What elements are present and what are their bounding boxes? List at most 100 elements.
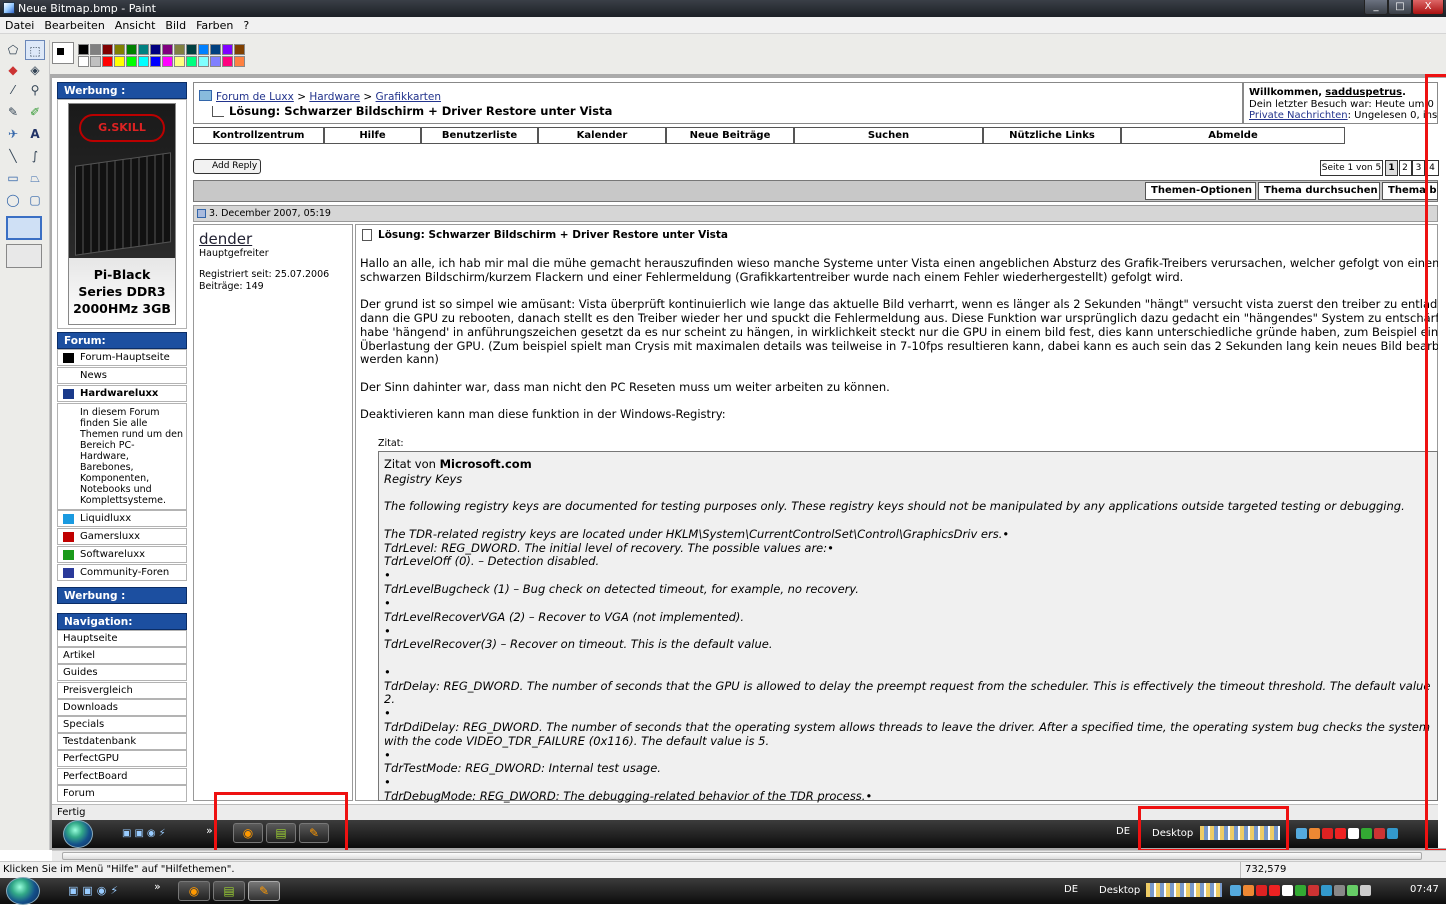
color-swatch[interactable] [186, 56, 197, 67]
rect-select-icon[interactable]: ⬚ [25, 40, 45, 60]
sidebar-ad-box[interactable]: G.SKILL Pi-Black Series DDR3 2000HMz 3GB [57, 99, 187, 329]
username-link[interactable]: sadduspetrus [1325, 87, 1402, 98]
inner-desktop-toolbar[interactable]: Desktop [1152, 828, 1193, 839]
paint-task-icon[interactable]: ✎ [248, 881, 280, 901]
nav-link[interactable]: PerfectBoard [57, 767, 187, 785]
maximize-button[interactable]: □ [1388, 0, 1412, 15]
color-swatch[interactable] [198, 44, 209, 55]
color-swatch[interactable] [222, 56, 233, 67]
add-reply-button[interactable]: Add Reply [193, 159, 261, 174]
rounded-rect-icon[interactable]: ▢ [25, 190, 45, 210]
page-button[interactable]: 2 [1398, 160, 1412, 176]
breadcrumb-home[interactable]: Forum de Luxx [216, 91, 294, 103]
color-swatch[interactable] [90, 44, 101, 55]
color-swatch[interactable] [114, 56, 125, 67]
forum-link[interactable]: Liquidluxx [57, 510, 187, 527]
nav-link[interactable]: Downloads [57, 698, 187, 716]
quicklaunch-more-icon[interactable]: » [154, 880, 161, 893]
nav-tab[interactable]: Kontrollzentrum [193, 127, 324, 144]
nav-tab[interactable]: Suchen [794, 127, 983, 144]
thread-tool-button[interactable]: Thema be [1382, 182, 1438, 200]
home-icon[interactable] [199, 90, 212, 101]
color-swatch[interactable] [126, 44, 137, 55]
color-swatch[interactable] [78, 44, 89, 55]
menu-bearbeiten[interactable]: Bearbeiten [39, 19, 109, 32]
nav-tab[interactable]: Benutzerliste [421, 127, 538, 144]
private-messages-link[interactable]: Private Nachrichten [1249, 110, 1348, 121]
color-swatch[interactable] [234, 56, 245, 67]
eraser-icon[interactable]: ◆ [3, 60, 23, 80]
color-swatch[interactable] [222, 44, 233, 55]
color-swatch[interactable] [150, 56, 161, 67]
nav-link[interactable]: Specials [57, 716, 187, 733]
color-swatch[interactable] [102, 44, 113, 55]
color-swatch[interactable] [78, 56, 89, 67]
line-icon[interactable]: ╲ [3, 146, 23, 166]
nav-link[interactable]: Artikel [57, 647, 187, 665]
color-swatch[interactable] [138, 44, 149, 55]
forum-link[interactable]: Gamersluxx [57, 528, 187, 545]
free-select-icon[interactable]: ⬠ [3, 40, 23, 60]
close-button[interactable]: X [1412, 0, 1444, 15]
page-button[interactable]: 3 [1412, 160, 1425, 176]
scrollbar-thumb[interactable] [62, 852, 1422, 860]
color-swatch[interactable] [198, 56, 209, 67]
opaque-option-icon[interactable] [6, 244, 42, 268]
firefox-task-icon[interactable]: ◉ [178, 881, 210, 901]
airbrush-icon[interactable]: ✈ [3, 124, 23, 144]
inner-notepad-task-icon[interactable]: ▤ [266, 823, 296, 843]
nav-tab[interactable]: Hilfe [324, 127, 421, 144]
menu-ansicht[interactable]: Ansicht [110, 19, 161, 32]
page-button[interactable]: 1 [1385, 160, 1398, 176]
forum-link[interactable]: Forum-Hauptseite [57, 349, 187, 366]
nav-tab[interactable]: Nützliche Links [983, 127, 1121, 144]
color-picker-icon[interactable]: ⁄ [3, 80, 23, 100]
author-name[interactable]: dender [199, 230, 252, 248]
color-swatch[interactable] [210, 44, 221, 55]
nav-link[interactable]: Hauptseite [57, 630, 187, 647]
color-swatch[interactable] [90, 56, 101, 67]
color-swatch[interactable] [114, 44, 125, 55]
nav-tab[interactable]: Neue Beiträge [666, 127, 794, 144]
nav-link[interactable]: Guides [57, 664, 187, 682]
menu-farben[interactable]: Farben [191, 19, 238, 32]
color-swatch[interactable] [150, 44, 161, 55]
rectangle-icon[interactable]: ▭ [3, 168, 23, 188]
color-swatch[interactable] [186, 44, 197, 55]
nav-tab[interactable]: Kalender [538, 127, 666, 144]
ad-banner[interactable]: G.SKILL Pi-Black Series DDR3 2000HMz 3GB [68, 103, 176, 325]
nav-link[interactable]: Preisvergleich [57, 681, 187, 699]
magnifier-icon[interactable]: ⚲ [25, 80, 45, 100]
color-swatch[interactable] [174, 56, 185, 67]
color-swatch[interactable] [138, 56, 149, 67]
breadcrumb-hardware[interactable]: Hardware [309, 91, 360, 103]
forum-link[interactable]: News [57, 367, 187, 384]
transparent-option-icon[interactable] [6, 216, 42, 240]
nav-link[interactable]: PerfectGPU [57, 750, 187, 768]
color-swatch[interactable] [102, 56, 113, 67]
thread-tool-button[interactable]: Themen-Optionen [1145, 182, 1256, 200]
forum-link[interactable]: Softwareluxx [57, 546, 187, 563]
nav-link[interactable]: Forum [57, 784, 187, 802]
lang-indicator[interactable]: DE [1064, 884, 1078, 895]
inner-quicklaunch-more-icon[interactable]: » [206, 824, 213, 837]
color-swatch[interactable] [126, 56, 137, 67]
page-button[interactable]: 4 [1425, 160, 1439, 176]
brush-icon[interactable]: ✐ [25, 102, 45, 122]
forum-link[interactable]: Community-Foren [57, 564, 187, 581]
text-tool-icon[interactable]: A [25, 124, 45, 144]
start-orb-icon[interactable] [6, 877, 40, 905]
menu-datei[interactable]: Datei [0, 19, 39, 32]
desktop-toolbar[interactable]: Desktop [1099, 885, 1140, 896]
clock[interactable]: 07:47 [1410, 884, 1439, 895]
inner-paint-task-icon[interactable]: ✎ [299, 823, 329, 843]
minimize-button[interactable]: _ [1364, 0, 1388, 15]
menu-bild[interactable]: Bild [160, 19, 191, 32]
breadcrumb-grafikkarten[interactable]: Grafikkarten [376, 91, 441, 103]
thread-tool-button[interactable]: Thema durchsuchen [1258, 182, 1380, 200]
pencil-icon[interactable]: ✎ [3, 102, 23, 122]
horizontal-scrollbar[interactable] [52, 850, 1446, 861]
curve-icon[interactable]: ∫ [25, 146, 45, 166]
polygon-icon[interactable]: ⏢ [25, 168, 45, 188]
color-swatch[interactable] [174, 44, 185, 55]
